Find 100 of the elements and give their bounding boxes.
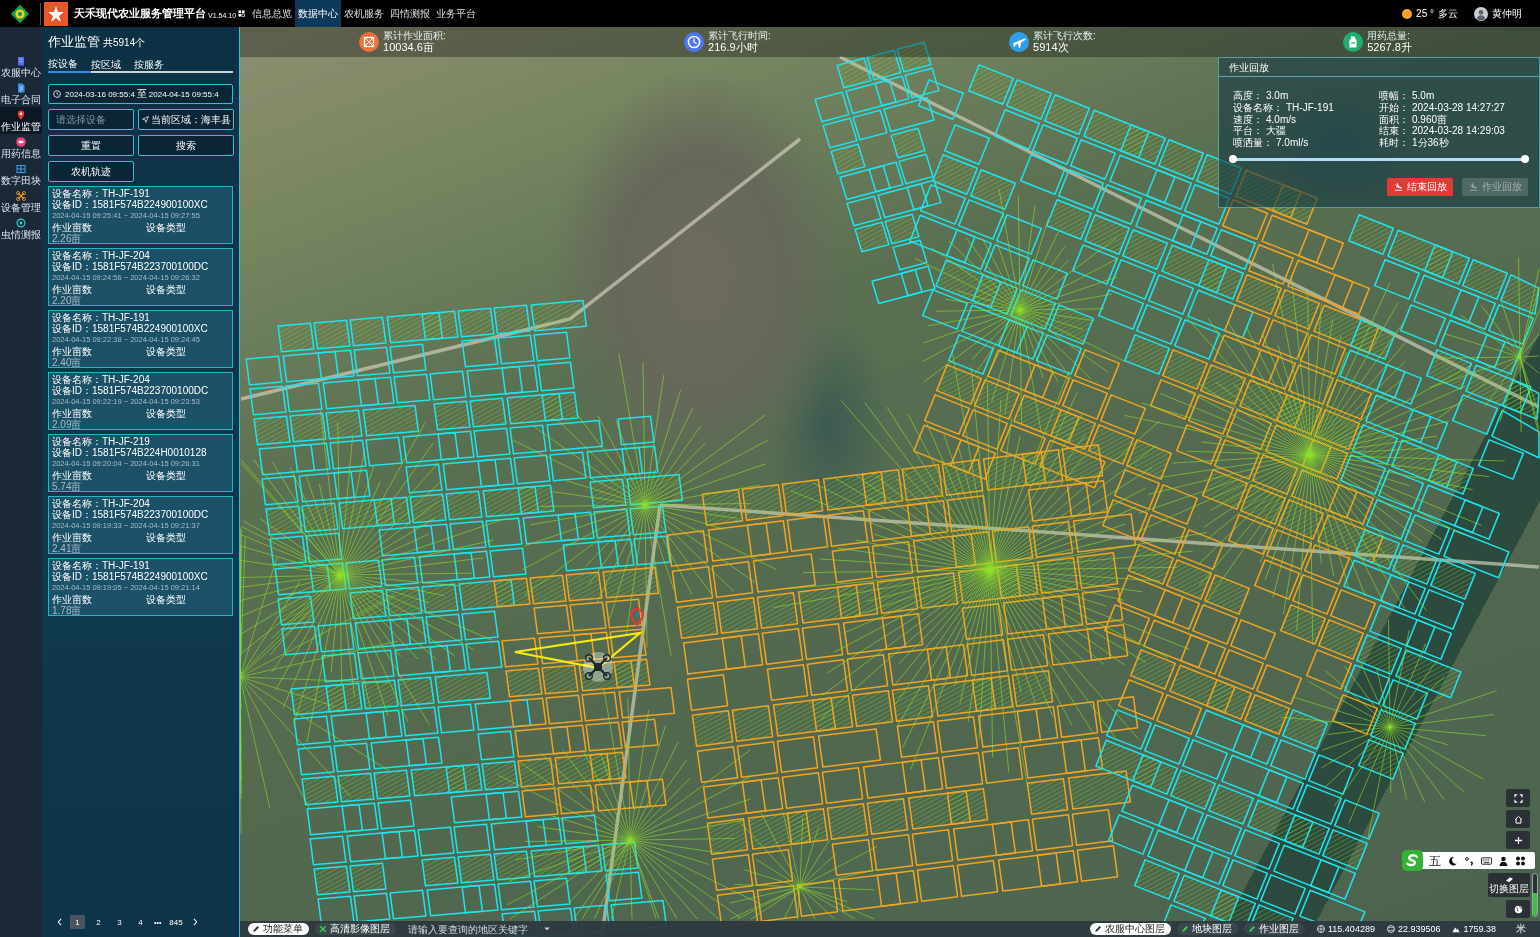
field-value: 3.0m [1266, 90, 1289, 102]
page-button[interactable]: 3 [112, 915, 127, 929]
filter-tab[interactable]: 按服务 [134, 56, 177, 73]
page-button[interactable]: 4 [133, 915, 148, 929]
emblem-logo-icon [10, 3, 30, 24]
region-button[interactable]: 当前区域：海丰县 [138, 109, 234, 130]
field-value: 1分36秒 [1412, 137, 1449, 149]
area-value: 2.26亩 [52, 232, 82, 244]
imagery-layer-toggle[interactable]: 高清影像图层 [315, 923, 396, 935]
moon-button[interactable] [1447, 855, 1458, 866]
filter-tab[interactable]: 按区域 [91, 56, 134, 73]
page-button[interactable]: 1 [70, 915, 85, 929]
type-label: 设备类型 [146, 469, 186, 481]
area-label: 作业亩数 [52, 531, 92, 543]
nav-tab[interactable]: 数据中心 [295, 0, 342, 27]
crosshair-icon [1317, 925, 1325, 933]
sidebar-item[interactable]: 设备管理 [0, 188, 42, 215]
layer-toggle[interactable]: 作业图层 [1244, 923, 1305, 935]
device-id: 设备ID：1581F574B224900100XC [52, 323, 209, 335]
striped-circle-icon [1386, 925, 1395, 933]
globe-button[interactable] [1506, 900, 1530, 918]
device-name: 设备名称：TH-JF-204 [52, 498, 151, 510]
filter-tab[interactable]: 按设备 [48, 56, 91, 73]
area-value: 5.74亩 [52, 480, 82, 492]
home-button[interactable] [1506, 810, 1530, 828]
sidebar-item[interactable]: 农服中心 [0, 53, 42, 80]
fullscreen-button[interactable] [1506, 789, 1530, 807]
person-icon [1498, 855, 1509, 866]
caret-icon [544, 927, 550, 931]
four-petal-icon [1515, 855, 1526, 866]
pencil-icon [1094, 925, 1102, 933]
punctuation-icon [1464, 855, 1475, 866]
keyboard-button[interactable] [1481, 855, 1492, 866]
device-name: 设备名称：TH-JF-191 [52, 188, 151, 200]
layer-toggle[interactable]: 地块图层 [1177, 923, 1238, 935]
field-value: 7.0ml/s [1276, 137, 1309, 149]
field-value: 5.0m [1412, 90, 1435, 102]
document-icon [16, 82, 26, 93]
page-button[interactable]: 845 [167, 915, 185, 929]
stat-value: 5267.8升 [1367, 41, 1412, 54]
field-value: TH-JF-191 [1286, 101, 1334, 114]
slider-thumb[interactable] [1521, 155, 1529, 164]
device-select-field[interactable]: 请选择设备 [48, 109, 134, 130]
grid-icon [16, 163, 26, 174]
page-button[interactable]: 2 [91, 915, 106, 929]
avatar-icon [1474, 6, 1488, 21]
sun-icon [1402, 8, 1413, 19]
location-pin-icon [630, 608, 644, 626]
region-search-field[interactable]: 请输入要查询的地区关键字 [406, 922, 538, 936]
track-button[interactable]: 农机轨迹 [48, 161, 134, 182]
device-name: 设备名称：TH-JF-204 [52, 250, 151, 262]
longitude-value: 115.404289 [1328, 924, 1375, 934]
sidebar-item[interactable]: 作业监管 [0, 107, 42, 134]
keyboard-icon [1481, 855, 1492, 866]
field-label: 开始： [1379, 101, 1409, 114]
latitude-value: 22.939506 [1397, 924, 1441, 934]
nav-tab[interactable]: 四情测报 [387, 0, 434, 27]
reset-button[interactable]: 重置 [48, 135, 134, 156]
eraser-icon [1504, 876, 1514, 883]
sidebar-item[interactable]: 用药信息 [0, 134, 42, 161]
date-range-field[interactable]: 2024-03-16 09:55:4 至 2024-04-15 09:55:4 [48, 84, 233, 104]
zoom-in-button[interactable] [1506, 831, 1530, 849]
bottle-icon [1343, 32, 1364, 52]
function-menu-button[interactable]: 功能菜单 [248, 923, 309, 935]
pencil-icon [252, 925, 260, 933]
chevron-right-icon [193, 918, 199, 926]
sidebar-item[interactable]: 数字田块 [0, 161, 42, 188]
panel-title: 作业监管 [48, 33, 100, 51]
four-petal-button[interactable] [1515, 855, 1526, 866]
field-label: 面积： [1379, 113, 1409, 126]
person-button[interactable] [1498, 855, 1509, 866]
nav-tab[interactable]: 信息总览 [249, 0, 296, 27]
sidebar-item[interactable]: 电子合同 [0, 80, 42, 107]
field-value: 2024-03-28 14:27:27 [1412, 101, 1505, 114]
field-value: 4.0m/s [1266, 113, 1296, 126]
search-button[interactable]: 搜索 [138, 135, 234, 156]
zoom-slider-track[interactable] [1532, 873, 1538, 917]
field-label: 速度： [1233, 113, 1263, 126]
square-grid-icon [359, 32, 380, 52]
punctuation-button[interactable] [1464, 855, 1475, 866]
end-playback-button[interactable]: 结束回放 [1387, 178, 1453, 196]
layer-toggle[interactable]: 农服中心图层 [1090, 923, 1171, 935]
target-icon [16, 217, 26, 228]
nav-tab[interactable]: 农机服务 [341, 0, 388, 27]
clock-icon [53, 90, 61, 98]
device-id: 设备ID：1581F574B224H0010128 [52, 447, 208, 459]
sidebar-item[interactable]: 虫情测报 [0, 215, 42, 242]
input-mode-button[interactable]: 五 [1429, 853, 1441, 868]
switch-layer-button[interactable]: 切换图层 [1488, 873, 1530, 897]
airplane-landing-icon [1393, 182, 1403, 192]
field-value: 0.960亩 [1412, 113, 1448, 126]
playback-title: 作业回放 [1219, 58, 1539, 77]
area-value: 2.40亩 [52, 356, 82, 368]
grid-icon [238, 10, 246, 17]
field-value: 大疆 [1266, 125, 1286, 138]
track-start-dot [1229, 155, 1237, 164]
temperature-text: 25 ° [1416, 8, 1434, 19]
device-name: 设备名称：TH-JF-191 [52, 312, 151, 324]
nav-tab[interactable]: 业务平台 [433, 0, 480, 27]
area-value: 2.20亩 [52, 294, 82, 306]
